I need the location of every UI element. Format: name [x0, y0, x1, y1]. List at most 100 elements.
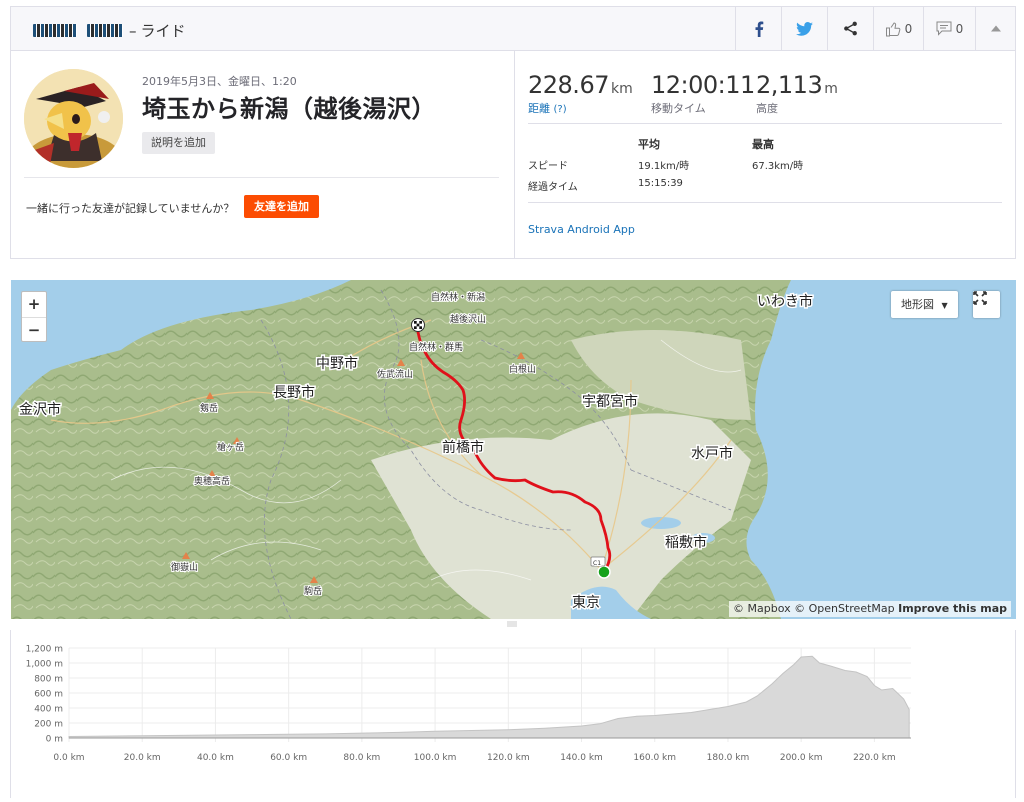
col-header-max: 最高	[752, 138, 774, 151]
friends-question: 一緒に行った友達が記録していませんか？	[26, 202, 235, 215]
col-header-avg: 平均	[638, 138, 660, 151]
facebook-share-button[interactable]	[735, 7, 781, 50]
fullscreen-icon	[973, 291, 987, 305]
comment-icon	[936, 21, 952, 36]
route-map[interactable]: いわき市 中野市 長野市 金沢市 宇都宮市 前橋市 水戸市 稲敷市 東京 自然林・新潟 越後沢山 自然…	[11, 280, 1016, 619]
y-tick-label: 1,000 m	[26, 660, 63, 670]
activity-header: – ライド 0 0	[10, 6, 1016, 51]
y-tick-label: 600 m	[34, 690, 63, 700]
elevation-value: 2,113	[756, 71, 823, 99]
x-tick-label: 220.0 km	[853, 753, 896, 763]
x-tick-label: 40.0 km	[197, 753, 234, 763]
activity-date: 2019年5月3日、金曜日、1:20	[142, 75, 297, 88]
divider	[528, 202, 1002, 203]
stat-distance: 228.67 km 距離 (?)	[528, 71, 633, 116]
elevation-profile[interactable]: 0.0 km 20.0 km 40.0 km 60.0 km 80.0 km 100.0 …	[10, 630, 1016, 798]
map-label: 自然林・新潟	[431, 291, 485, 303]
athlete-name-redacted-2[interactable]	[87, 24, 123, 37]
map-type-dropdown[interactable]: 地形図 ▼	[891, 291, 958, 318]
add-description-button[interactable]: 説明を追加	[142, 132, 215, 154]
distance-label: 距離	[528, 102, 550, 115]
y-tick-label: 200 m	[34, 720, 63, 730]
map-label: 越後沢山	[450, 313, 486, 325]
map-label: 自然林・群馬	[409, 341, 463, 353]
thumbs-up-icon	[885, 21, 901, 36]
resize-handle-icon[interactable]	[507, 620, 517, 628]
elevation-chart[interactable]: 0.0 km 20.0 km 40.0 km 60.0 km 80.0 km 100.0 …	[11, 630, 1015, 798]
share-button[interactable]	[827, 7, 873, 50]
fullscreen-button[interactable]	[973, 291, 1000, 318]
map-label: 駒岳	[304, 585, 322, 597]
map-label: 宇都宮市	[582, 393, 638, 410]
distance-value: 228.67	[528, 71, 609, 99]
map-label: 金沢市	[19, 401, 61, 418]
map-label: 東京	[572, 595, 600, 611]
map-type-label: 地形図	[901, 298, 934, 311]
header-separator: –	[129, 21, 137, 40]
map-label: 奥穂高岳	[194, 475, 230, 487]
comment-button[interactable]: 0	[923, 7, 975, 50]
divider	[24, 177, 499, 178]
x-tick-label: 160.0 km	[633, 753, 676, 763]
x-tick-label: 0.0 km	[53, 753, 84, 763]
kudos-button[interactable]: 0	[873, 7, 923, 50]
elapsed-time: 15:15:39	[638, 178, 683, 189]
collapse-button[interactable]	[975, 7, 1015, 50]
map-label: 中野市	[316, 355, 358, 372]
row-label-speed: スピード	[528, 161, 568, 172]
start-marker[interactable]	[597, 565, 611, 579]
y-tick-label: 0 m	[46, 735, 63, 745]
finish-marker[interactable]	[411, 318, 425, 332]
y-tick-label: 1,200 m	[26, 645, 63, 655]
athlete-name-redacted[interactable]	[33, 24, 77, 37]
improve-map-link[interactable]: Improve this map	[898, 602, 1007, 615]
activity-title: 埼玉から新潟（越後湯沢）	[142, 95, 436, 123]
x-tick-label: 180.0 km	[707, 753, 750, 763]
zoom-controls: + −	[21, 291, 47, 342]
twitter-share-button[interactable]	[781, 7, 827, 50]
avatar[interactable]	[24, 69, 123, 168]
map-label: 御嶽山	[171, 561, 198, 573]
mapbox-attribution-link[interactable]: © Mapbox	[733, 602, 791, 615]
avg-speed: 19.1km/時	[638, 161, 690, 172]
distance-unit: km	[610, 81, 633, 97]
map-label: 槍ヶ岳	[217, 441, 244, 453]
map-label: 前橋市	[442, 439, 484, 456]
caret-down-icon: ▼	[941, 301, 948, 310]
row-label-elapsed-time: 経過タイム	[528, 182, 578, 193]
zoom-in-button[interactable]: +	[22, 292, 46, 317]
distance-help-link[interactable]: (?)	[554, 104, 567, 115]
y-tick-label: 800 m	[34, 675, 63, 685]
map-label: 佐武流山	[377, 368, 413, 380]
zoom-out-button[interactable]: −	[22, 317, 46, 342]
moving-time-label: 移動タイム	[651, 102, 706, 115]
map-label: いわき市	[757, 293, 813, 310]
max-speed: 67.3km/時	[752, 161, 804, 172]
avatar-image	[24, 69, 123, 168]
kudos-count: 0	[904, 21, 913, 36]
x-tick-label: 120.0 km	[487, 753, 530, 763]
comment-count: 0	[955, 21, 964, 36]
moving-time-value: 12:00:11	[651, 71, 755, 99]
caret-up-icon	[990, 25, 1001, 32]
elevation-area	[68, 655, 910, 739]
twitter-icon	[796, 21, 813, 36]
activity-type: ライド	[140, 22, 186, 40]
x-tick-label: 20.0 km	[124, 753, 161, 763]
activity-summary-card: 2019年5月3日、金曜日、1:20 埼玉から新潟（越後湯沢） 説明を追加 一緒…	[10, 51, 1016, 259]
x-tick-label: 100.0 km	[414, 753, 457, 763]
map-label: 水戸市	[691, 445, 733, 462]
osm-attribution-link[interactable]: © OpenStreetMap	[794, 602, 895, 615]
device-link[interactable]: Strava Android App	[528, 223, 635, 236]
x-tick-label: 200.0 km	[780, 753, 823, 763]
map-label: 長野市	[273, 384, 315, 401]
y-tick-label: 400 m	[34, 705, 63, 715]
x-tick-label: 60.0 km	[270, 753, 307, 763]
add-friends-button[interactable]: 友達を追加	[244, 195, 319, 218]
x-tick-label: 80.0 km	[343, 753, 380, 763]
share-icon	[844, 21, 857, 36]
divider	[528, 123, 1002, 124]
facebook-icon	[755, 21, 763, 37]
stat-elevation: 2,113 m 高度	[756, 71, 838, 116]
map-canvas[interactable]: いわき市中野市長野市金沢市 宇都宮市前橋市 水戸市稲敷市東京 自然林・新潟越後沢山自然…	[11, 280, 1016, 619]
